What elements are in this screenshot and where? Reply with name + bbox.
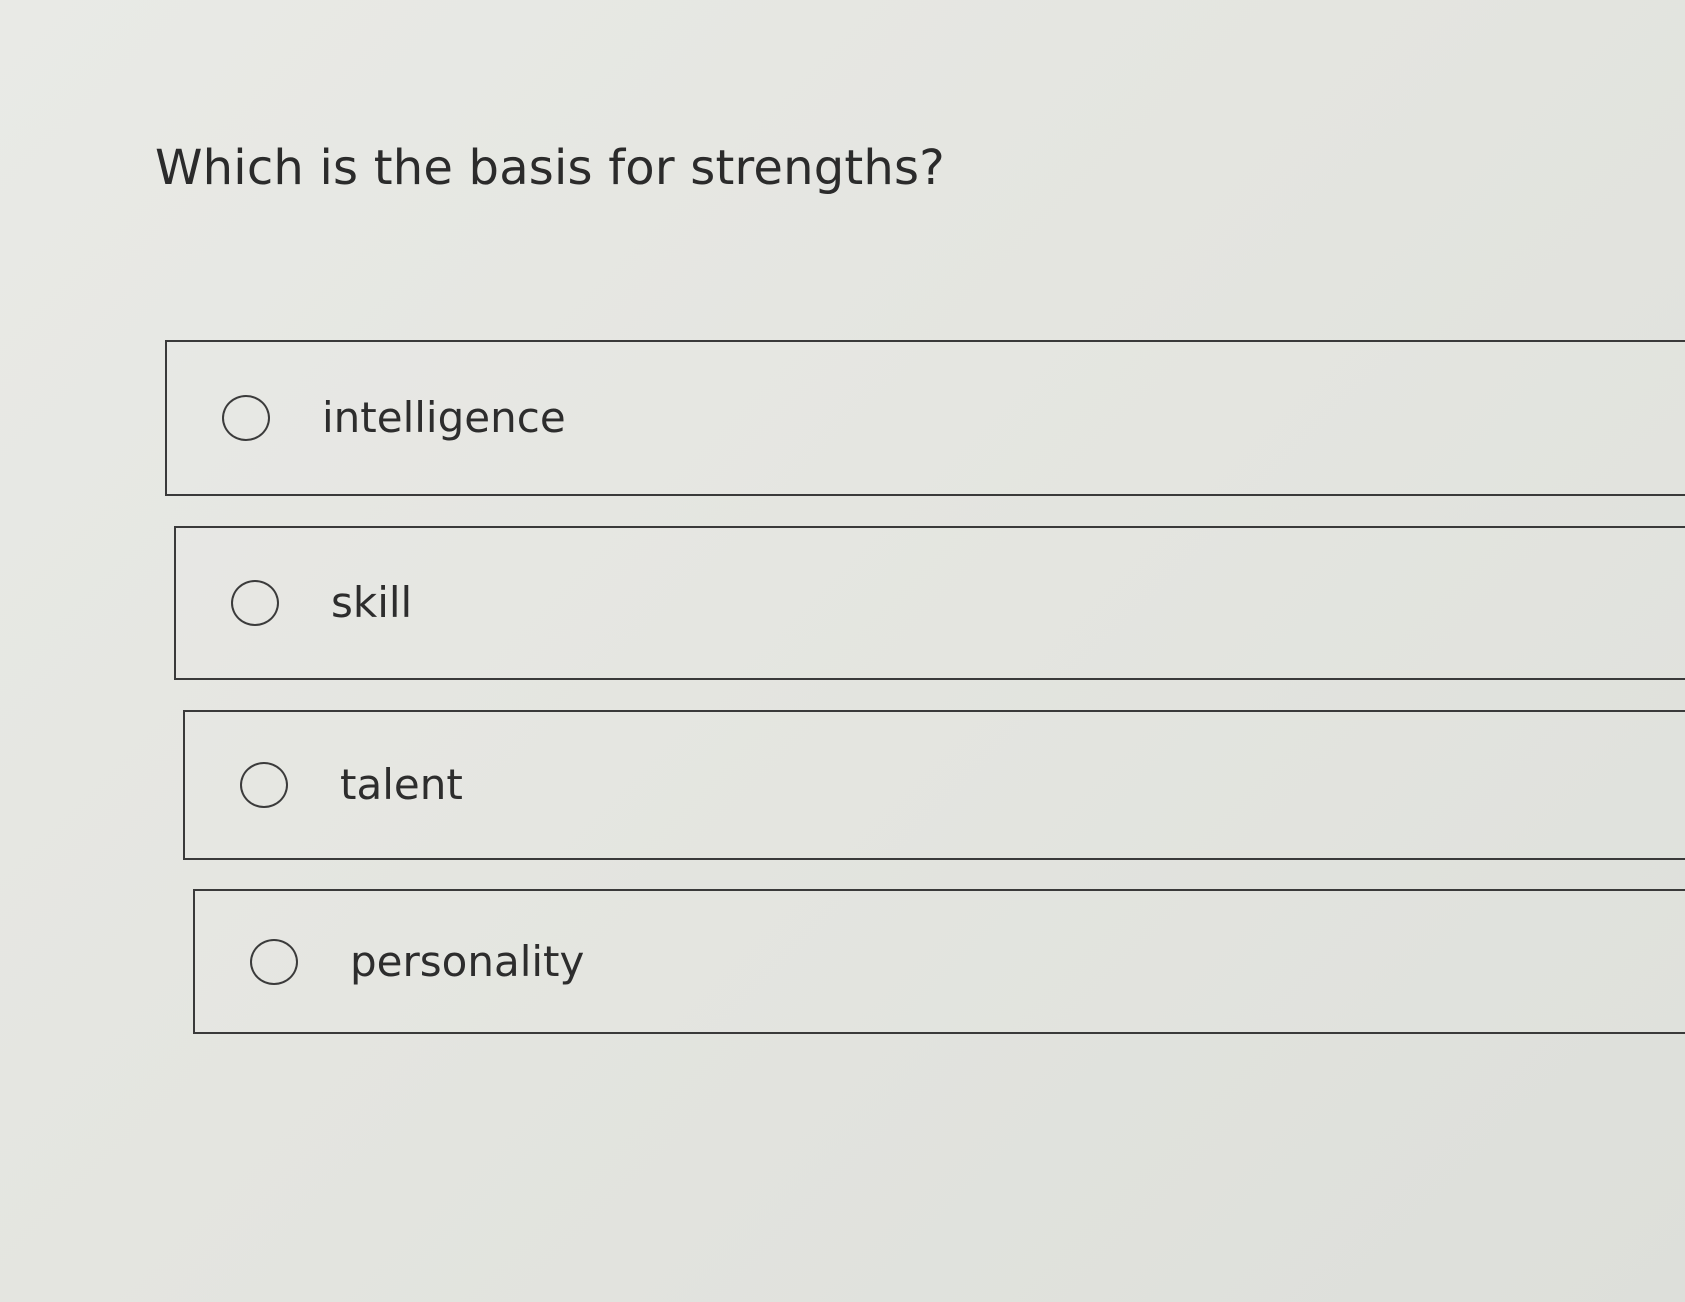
option-label: intelligence xyxy=(322,393,566,442)
radio-button-icon[interactable] xyxy=(231,580,279,626)
option-intelligence[interactable]: intelligence xyxy=(165,340,1685,496)
answer-options: intelligence skill talent personality xyxy=(0,0,1685,1302)
option-label: talent xyxy=(340,760,463,809)
radio-button-icon[interactable] xyxy=(222,395,270,441)
option-personality[interactable]: personality xyxy=(193,889,1685,1034)
option-label: personality xyxy=(350,936,585,986)
option-talent[interactable]: talent xyxy=(183,710,1685,860)
radio-button-icon[interactable] xyxy=(250,938,298,985)
option-label: skill xyxy=(331,578,413,627)
radio-button-icon[interactable] xyxy=(240,762,288,808)
option-skill[interactable]: skill xyxy=(174,526,1685,680)
